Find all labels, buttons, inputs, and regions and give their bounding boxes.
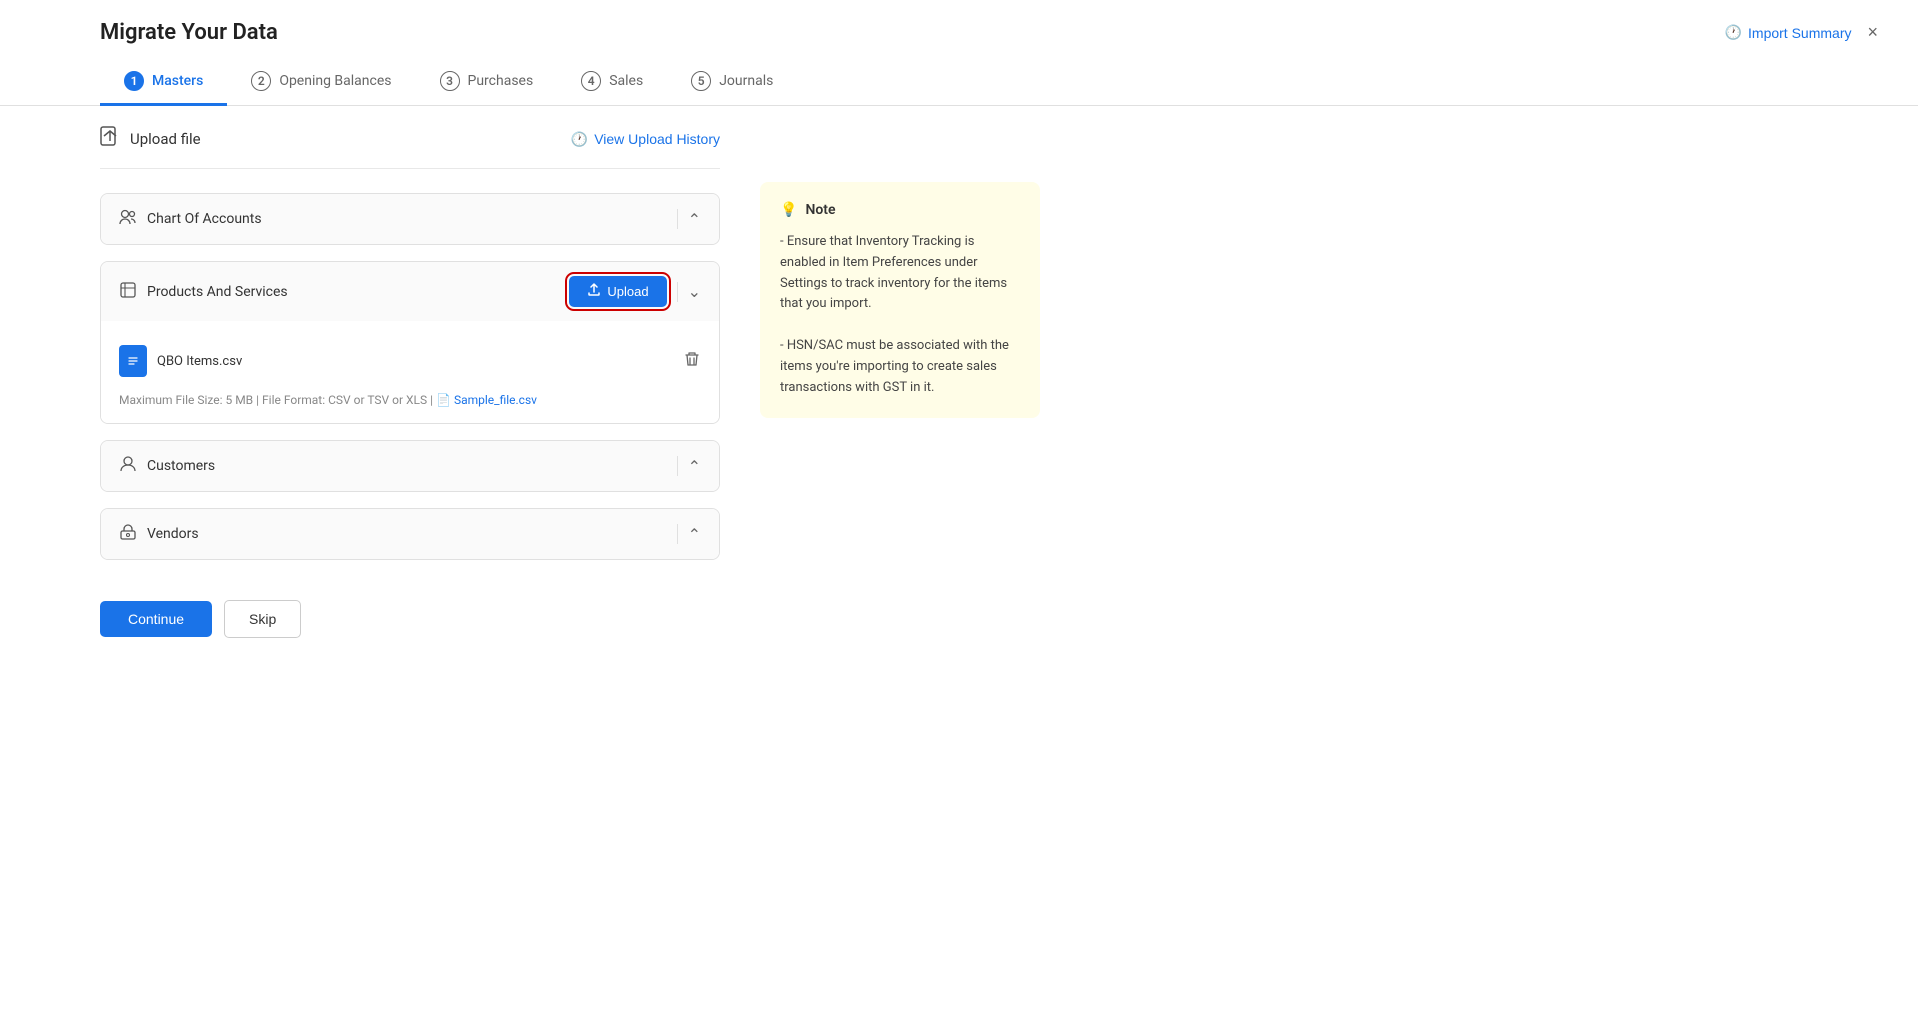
sample-file-link[interactable]: Sample_file.csv — [454, 393, 537, 407]
accordion-header-chart-of-accounts[interactable]: Chart Of Accounts ⌃ — [101, 194, 719, 244]
import-summary-label: Import Summary — [1748, 25, 1851, 41]
customers-label: Customers — [147, 458, 215, 474]
clock-icon: 🕐 — [1725, 24, 1742, 41]
tab-number-sales: 4 — [581, 71, 601, 91]
nav-tabs: 1 Masters 2 Opening Balances 3 Purchases… — [0, 45, 1918, 106]
tab-journals[interactable]: 5 Journals — [667, 61, 797, 106]
file-item: QBO Items.csv — [119, 337, 701, 385]
accordion-right-vendors: ⌃ — [677, 524, 701, 544]
import-summary-button[interactable]: 🕐 Import Summary — [1725, 24, 1852, 41]
accordion-left-customers: Customers — [119, 455, 215, 477]
skip-button[interactable]: Skip — [224, 600, 301, 638]
accordion-vendors: Vendors ⌃ — [100, 508, 720, 560]
main-content: Upload file 🕐 View Upload History — [0, 106, 1918, 678]
accordion-header-customers[interactable]: Customers ⌃ — [101, 441, 719, 491]
upload-file-icon — [100, 126, 120, 152]
upload-file-header: Upload file 🕐 View Upload History — [100, 106, 720, 169]
file-meta-text: Maximum File Size: 5 MB | File Format: C… — [119, 393, 436, 407]
box-icon — [119, 281, 137, 303]
accordion-right-customers: ⌃ — [677, 456, 701, 476]
upload-button[interactable]: Upload — [569, 276, 666, 307]
tab-number-purchases: 3 — [440, 71, 460, 91]
accordion-chart-of-accounts: Chart Of Accounts ⌃ — [100, 193, 720, 245]
tab-label-masters: Masters — [152, 73, 203, 89]
upload-file-title: Upload file — [130, 130, 201, 148]
view-upload-history-button[interactable]: 🕐 View Upload History — [571, 131, 720, 148]
file-name: QBO Items.csv — [157, 354, 242, 369]
page-wrapper: Migrate Your Data 🕐 Import Summary × 1 M… — [0, 0, 1918, 1012]
tab-masters[interactable]: 1 Masters — [100, 61, 227, 106]
upload-icon — [587, 283, 601, 300]
tab-label-opening-balances: Opening Balances — [279, 73, 391, 89]
upload-label: Upload — [607, 284, 648, 299]
tab-label-purchases: Purchases — [468, 73, 534, 89]
note-panel: 💡 Note - Ensure that Inventory Tracking … — [760, 182, 1040, 638]
tab-label-sales: Sales — [609, 73, 643, 89]
note-title-text: Note — [805, 202, 835, 218]
file-meta: Maximum File Size: 5 MB | File Format: C… — [119, 393, 701, 407]
close-button[interactable]: × — [1867, 22, 1878, 43]
chart-of-accounts-label: Chart Of Accounts — [147, 211, 262, 227]
vendor-icon — [119, 523, 137, 545]
history-clock-icon: 🕐 — [571, 131, 588, 148]
note-content: - Ensure that Inventory Tracking is enab… — [780, 234, 1009, 395]
lightbulb-icon: 💡 — [780, 202, 797, 218]
tab-opening-balances[interactable]: 2 Opening Balances — [227, 61, 415, 106]
person-group-icon — [119, 208, 137, 230]
divider2 — [677, 282, 678, 302]
view-history-label: View Upload History — [594, 131, 720, 147]
chevron-down-icon: ⌄ — [688, 282, 701, 301]
accordion-customers: Customers ⌃ — [100, 440, 720, 492]
tab-number-opening-balances: 2 — [251, 71, 271, 91]
file-icon — [119, 345, 147, 377]
delete-icon[interactable] — [683, 350, 701, 372]
accordion-left-vendors: Vendors — [119, 523, 199, 545]
person-icon — [119, 455, 137, 477]
chevron-up-icon: ⌃ — [688, 210, 701, 229]
note-title: 💡 Note — [780, 202, 1020, 218]
note-box: 💡 Note - Ensure that Inventory Tracking … — [760, 182, 1040, 418]
accordion-products-services: Products And Services Upload — [100, 261, 720, 424]
accordion-left-products: Products And Services — [119, 281, 288, 303]
left-panel: Upload file 🕐 View Upload History — [100, 106, 720, 638]
divider — [677, 209, 678, 229]
header-right: 🕐 Import Summary × — [1725, 22, 1878, 43]
divider3 — [677, 456, 678, 476]
accordion-header-vendors[interactable]: Vendors ⌃ — [101, 509, 719, 559]
tab-number-journals: 5 — [691, 71, 711, 91]
accordion-body-products: QBO Items.csv Maximum File Size: 5 MB | … — [101, 321, 719, 423]
continue-button[interactable]: Continue — [100, 601, 212, 637]
tab-sales[interactable]: 4 Sales — [557, 61, 667, 106]
note-text: - Ensure that Inventory Tracking is enab… — [780, 232, 1020, 398]
page-title: Migrate Your Data — [100, 20, 278, 45]
accordion-header-products[interactable]: Products And Services Upload — [101, 262, 719, 321]
page-header: Migrate Your Data 🕐 Import Summary × — [0, 0, 1918, 45]
bottom-actions: Continue Skip — [100, 576, 720, 638]
tab-purchases[interactable]: 3 Purchases — [416, 61, 558, 106]
divider4 — [677, 524, 678, 544]
upload-file-left: Upload file — [100, 126, 201, 152]
chevron-up-icon-vendors: ⌃ — [688, 525, 701, 544]
accordion-left-chart: Chart Of Accounts — [119, 208, 262, 230]
tab-label-journals: Journals — [719, 73, 773, 89]
accordion-right-products: Upload ⌄ — [569, 276, 701, 307]
accordion-right-chart: ⌃ — [677, 209, 701, 229]
tab-number-masters: 1 — [124, 71, 144, 91]
products-services-label: Products And Services — [147, 284, 288, 300]
file-item-left: QBO Items.csv — [119, 345, 242, 377]
vendors-label: Vendors — [147, 526, 199, 542]
chevron-up-icon-customers: ⌃ — [688, 457, 701, 476]
sample-file-icon: 📄 — [436, 393, 451, 407]
